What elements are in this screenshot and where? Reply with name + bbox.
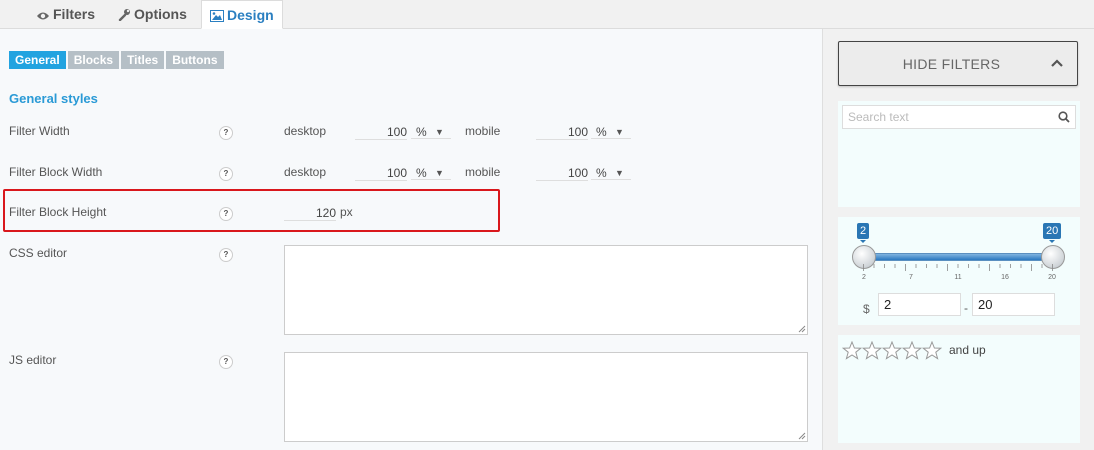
unit-value: %	[416, 125, 427, 139]
resize-grip-icon[interactable]	[798, 325, 806, 333]
tab-options[interactable]: Options	[110, 0, 195, 27]
tab-filters[interactable]: Filters	[28, 0, 103, 27]
section-title: General styles	[9, 91, 98, 106]
filter-preview-panel: HIDE FILTERS Search text 2 20 2 7 11 16 …	[823, 29, 1094, 450]
tick-label: 20	[1048, 274, 1056, 281]
star-icon[interactable]	[882, 341, 902, 360]
filter-block-width-desktop-unit-select[interactable]: % ▼	[411, 164, 451, 180]
subtab-blocks[interactable]: Blocks	[67, 51, 120, 69]
unit-value: %	[596, 125, 607, 139]
slider-min-bubble: 2	[857, 223, 870, 243]
filter-block-width-label: Filter Block Width	[9, 165, 103, 179]
resize-grip-icon[interactable]	[798, 432, 806, 440]
filter-width-label: Filter Width	[9, 124, 70, 138]
subtab-general[interactable]: General	[9, 51, 66, 69]
caret-down-icon: ▼	[435, 127, 444, 137]
range-separator: -	[964, 301, 968, 315]
help-icon[interactable]: ?	[219, 355, 233, 369]
price-from-input[interactable]: 2	[878, 293, 961, 316]
tick-label: 2	[862, 274, 866, 281]
price-filter-block: 2 20 2 7 11 16 20 $ 2 - 20	[838, 217, 1080, 325]
caret-down-icon: ▼	[615, 127, 624, 137]
caret-down-icon: ▼	[435, 168, 444, 178]
filter-block-width-mobile-input[interactable]: 100	[536, 164, 588, 181]
desktop-label: desktop	[284, 165, 327, 179]
image-icon	[210, 10, 224, 22]
wrench-icon	[118, 9, 130, 22]
js-editor-label: JS editor	[9, 353, 57, 367]
subtab-titles[interactable]: Titles	[121, 51, 165, 69]
rating-stars[interactable]	[842, 341, 942, 360]
tick-label: 7	[909, 274, 913, 281]
desktop-label: desktop	[284, 124, 327, 138]
hide-filters-button[interactable]: HIDE FILTERS	[838, 41, 1078, 86]
slider-max-bubble: 20	[1043, 223, 1062, 243]
slider-track[interactable]	[855, 253, 1055, 261]
design-settings-panel: General Blocks Titles Buttons General st…	[0, 29, 823, 450]
rating-filter-block: and up	[838, 335, 1080, 443]
tick-label: 11	[954, 274, 962, 281]
css-editor-label: CSS editor	[9, 246, 68, 260]
mobile-label: mobile	[465, 124, 501, 138]
help-icon[interactable]: ?	[219, 126, 233, 140]
tick-label: 16	[1001, 274, 1009, 281]
filter-width-mobile-input[interactable]: 100	[536, 123, 588, 140]
design-subtabs: General Blocks Titles Buttons	[9, 51, 224, 69]
help-icon[interactable]: ?	[219, 167, 233, 181]
currency-symbol: $	[863, 302, 870, 316]
search-filter-block: Search text	[838, 101, 1080, 207]
tab-design[interactable]: Design	[201, 0, 283, 29]
filter-width-desktop-input[interactable]: 100	[355, 123, 407, 140]
mobile-label: mobile	[465, 165, 501, 179]
star-icon[interactable]	[902, 341, 922, 360]
tab-label: Filters	[53, 6, 96, 22]
unit-value: %	[416, 166, 427, 180]
search-icon[interactable]	[1058, 111, 1070, 123]
help-icon[interactable]: ?	[219, 207, 233, 221]
filter-block-height-label: Filter Block Height	[9, 205, 107, 219]
hide-filters-label: HIDE FILTERS	[902, 56, 1001, 72]
unit-value: %	[596, 166, 607, 180]
rating-suffix: and up	[949, 343, 986, 357]
filter-width-mobile-unit-select[interactable]: % ▼	[591, 123, 631, 139]
main-tab-bar: Filters Options Design	[0, 0, 1094, 29]
help-icon[interactable]: ?	[219, 248, 233, 262]
chevron-up-icon	[1051, 59, 1063, 67]
tab-label: Design	[227, 7, 274, 23]
filter-block-height-input[interactable]: 120	[284, 204, 336, 221]
css-editor-textarea[interactable]	[284, 245, 808, 335]
search-placeholder: Search text	[848, 110, 909, 124]
tab-label: Options	[134, 6, 187, 22]
px-unit-label: px	[340, 205, 353, 219]
search-input[interactable]: Search text	[842, 105, 1076, 129]
filter-width-desktop-unit-select[interactable]: % ▼	[411, 123, 451, 139]
filter-block-width-desktop-input[interactable]: 100	[355, 164, 407, 181]
star-icon[interactable]	[862, 341, 882, 360]
star-icon[interactable]	[922, 341, 942, 360]
price-to-input[interactable]: 20	[972, 293, 1055, 316]
js-editor-textarea[interactable]	[284, 352, 808, 442]
star-icon[interactable]	[842, 341, 862, 360]
slider-ticks	[863, 264, 1053, 271]
filter-block-width-mobile-unit-select[interactable]: % ▼	[591, 164, 631, 180]
subtab-buttons[interactable]: Buttons	[166, 51, 224, 69]
eye-icon	[37, 12, 49, 20]
caret-down-icon: ▼	[615, 168, 624, 178]
